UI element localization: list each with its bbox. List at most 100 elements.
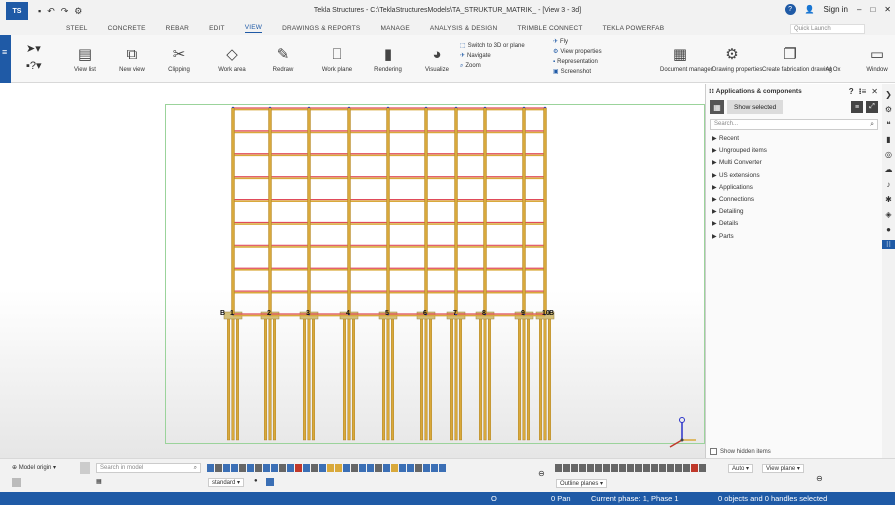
column[interactable]: [543, 107, 547, 315]
switch-icon[interactable]: [359, 464, 366, 472]
save-icon[interactable]: ▪: [38, 6, 41, 17]
tree-item-applications[interactable]: ▶ Applications: [712, 182, 882, 194]
switch-icon[interactable]: [375, 464, 382, 472]
drawing-properties-button[interactable]: ⚙ Drawing properties: [712, 41, 762, 73]
settings-icon[interactable]: ⚙: [74, 6, 82, 17]
snap-icon[interactable]: [595, 464, 602, 472]
show-hidden-items-option[interactable]: Show hidden items: [710, 448, 771, 455]
side-circle-icon[interactable]: ●: [886, 225, 891, 234]
switch-icon[interactable]: [207, 464, 214, 472]
switch-icon[interactable]: [263, 464, 270, 472]
switch-icon[interactable]: [319, 464, 326, 472]
switch-icon[interactable]: [327, 464, 334, 472]
outline-planes-dropdown[interactable]: Outline planes ▾: [556, 479, 608, 488]
snap-icon[interactable]: [579, 464, 586, 472]
switch-icon[interactable]: [391, 464, 398, 472]
snap-icon[interactable]: [651, 464, 658, 472]
switch-icon[interactable]: [423, 464, 430, 472]
tree-item-ungrouped-items[interactable]: ▶ Ungrouped items: [712, 145, 882, 157]
navigate-button[interactable]: ✈ Navigate: [460, 51, 525, 61]
redraw-button[interactable]: ✎ Redraw: [268, 41, 298, 73]
expand-arrow-icon[interactable]: ▶: [712, 218, 719, 230]
pile[interactable]: [518, 317, 522, 441]
switch-icon[interactable]: [231, 464, 238, 472]
panel-search-input[interactable]: Search... ⌕: [710, 119, 878, 130]
snap-icon[interactable]: [563, 464, 570, 472]
tree-item-recent[interactable]: ▶ Recent: [712, 133, 882, 145]
toggle-icon[interactable]: [266, 478, 274, 486]
switch-icon[interactable]: [351, 464, 358, 472]
tab-view[interactable]: VIEW: [244, 24, 263, 33]
snap-icon[interactable]: [667, 464, 674, 472]
view-list-button[interactable]: ▤ View list: [68, 41, 102, 73]
quick-launch-input[interactable]: Quick Launch: [790, 24, 865, 34]
pile[interactable]: [273, 317, 277, 441]
snap-icon[interactable]: [675, 464, 682, 472]
close-icon[interactable]: ✕: [884, 5, 891, 14]
snap-toggle-icon[interactable]: [80, 462, 90, 474]
representation-button[interactable]: ▪ Representation: [553, 57, 602, 67]
pile[interactable]: [352, 317, 356, 441]
column[interactable]: [386, 107, 390, 315]
side-gear-icon[interactable]: ✱: [885, 195, 892, 204]
column[interactable]: [231, 107, 235, 315]
pile[interactable]: [303, 317, 307, 441]
pile[interactable]: [479, 317, 483, 441]
switch-icon[interactable]: [223, 464, 230, 472]
switch-icon[interactable]: [343, 464, 350, 472]
switch-icon[interactable]: [399, 464, 406, 472]
clipping-button[interactable]: ✂ Clipping: [162, 41, 196, 73]
model-origin-dropdown[interactable]: ⊕ Model origin ▾: [12, 464, 56, 471]
column[interactable]: [347, 107, 351, 315]
side-info-icon[interactable]: ◎: [885, 150, 892, 159]
tree-item-detailing[interactable]: ▶ Detailing: [712, 206, 882, 218]
switch-icon[interactable]: [439, 464, 446, 472]
pile[interactable]: [343, 317, 347, 441]
maximize-icon[interactable]: □: [870, 5, 875, 14]
pile[interactable]: [231, 317, 235, 441]
snap-icon[interactable]: [555, 464, 562, 472]
side-settings-icon[interactable]: ⚙: [885, 105, 892, 114]
column[interactable]: [454, 107, 458, 315]
panel-help-icon[interactable]: ?: [849, 87, 854, 96]
expand-arrow-icon[interactable]: ▶: [712, 194, 719, 206]
left-panel-toggle-icon[interactable]: [12, 478, 21, 487]
switch-icon[interactable]: [247, 464, 254, 472]
create-fabrication-drawing-button[interactable]: ❐ Create fabrication drawing: [762, 41, 832, 73]
status-phase[interactable]: Current phase: 1, Phase 1: [591, 494, 679, 503]
side-tag-icon[interactable]: ◈: [885, 210, 891, 219]
pile[interactable]: [347, 317, 351, 441]
fly-button[interactable]: ✈ Fly: [553, 37, 602, 47]
pile[interactable]: [386, 317, 390, 441]
visualize-button[interactable]: ◕ Visualize: [420, 41, 454, 73]
search-icon[interactable]: ⌕: [870, 120, 874, 129]
screenshot-button[interactable]: ▣ Screenshot: [553, 67, 602, 77]
tab-rebar[interactable]: REBAR: [166, 25, 189, 32]
work-plane-button[interactable]: ⎕ Work plane: [316, 41, 358, 73]
show-selected-button[interactable]: Show selected: [727, 100, 784, 114]
pile[interactable]: [454, 317, 458, 441]
model-view-3d[interactable]: 1 2 3 4 5 6 7 8 9 10 B B: [0, 84, 705, 458]
snap-icon[interactable]: [691, 464, 698, 472]
tab-steel[interactable]: STEEL: [66, 25, 88, 32]
redo-icon[interactable]: ↷: [61, 6, 69, 17]
pile[interactable]: [539, 317, 543, 441]
side-catalog-icon[interactable]: ❝: [886, 120, 890, 129]
expand-arrow-icon[interactable]: ▶: [712, 182, 719, 194]
expand-arrow-icon[interactable]: ▶: [712, 145, 719, 157]
model-search-input[interactable]: Search in model ⌕: [96, 463, 201, 473]
pile[interactable]: [235, 317, 239, 441]
new-view-button[interactable]: ⧉ New view: [113, 41, 151, 73]
switch-icon[interactable]: [367, 464, 374, 472]
switch-icon[interactable]: [407, 464, 414, 472]
switch-icon[interactable]: [383, 464, 390, 472]
switch-icon[interactable]: [335, 464, 342, 472]
switch-icon[interactable]: [303, 464, 310, 472]
pile[interactable]: [548, 317, 552, 441]
tab-concrete[interactable]: CONCRETE: [108, 25, 146, 32]
pile[interactable]: [483, 317, 487, 441]
panel-close-icon[interactable]: ✕: [871, 87, 878, 96]
pile[interactable]: [391, 317, 395, 441]
switch-icon[interactable]: [415, 464, 422, 472]
column[interactable]: [307, 107, 311, 315]
